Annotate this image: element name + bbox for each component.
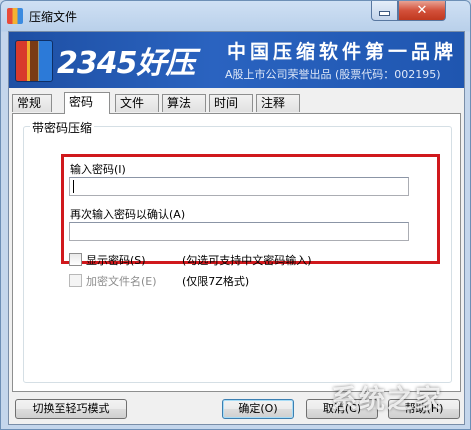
close-icon: ✕ xyxy=(416,3,428,18)
site-watermark: 系统之家 xyxy=(331,385,444,415)
encrypt-filenames-label: 加密文件名(E) xyxy=(86,275,157,288)
tab-comment[interactable]: 注释 xyxy=(256,94,300,112)
tab-strip: 常规 密码 文件 算法 时间 注释 xyxy=(12,92,462,114)
brand-banner: 2345好压 中国压缩软件第一品牌 A股上市公司荣誉出品 (股票代码：00219… xyxy=(9,32,464,88)
password-tab-panel: 带密码压缩 输入密码(I) 再次输入密码以确认(A) 显示密码(S) (勾选可支… xyxy=(12,113,461,392)
ok-button[interactable]: 确定(O) xyxy=(222,399,294,419)
show-password-label: 显示密码(S) xyxy=(86,254,146,267)
password-compress-group: 带密码压缩 输入密码(I) 再次输入密码以确认(A) 显示密码(S) (勾选可支… xyxy=(23,119,452,383)
switch-light-mode-button[interactable]: 切换至轻巧模式 xyxy=(15,399,127,419)
logo-belt xyxy=(30,41,38,81)
tab-files[interactable]: 文件 xyxy=(115,94,159,112)
archive-app-icon xyxy=(7,8,23,24)
encrypt-filenames-option: 加密文件名(E) (仅限7Z格式) xyxy=(69,274,449,288)
minimize-icon xyxy=(379,11,390,16)
window-title: 压缩文件 xyxy=(29,10,78,24)
tab-time[interactable]: 时间 xyxy=(209,94,253,112)
archive-logo-icon xyxy=(15,40,53,82)
encrypt-filenames-note: (仅限7Z格式) xyxy=(182,275,250,288)
brand-slogan: 中国压缩软件第一品牌 xyxy=(227,41,458,63)
show-password-checkbox[interactable] xyxy=(69,253,82,266)
show-password-option[interactable]: 显示密码(S) (勾选可支持中文密码输入) xyxy=(69,253,449,267)
highlight-frame xyxy=(61,154,440,264)
compress-dialog-window: 压缩文件 ✕ 2345好压 中国压缩软件第一品牌 A股上市公司荣誉出品 (股票代… xyxy=(0,0,471,430)
title-bar[interactable]: 压缩文件 ✕ xyxy=(1,1,470,31)
tab-password[interactable]: 密码 xyxy=(64,92,110,114)
close-button[interactable]: ✕ xyxy=(398,1,446,21)
encrypt-filenames-checkbox xyxy=(69,274,82,287)
show-password-note: (勾选可支持中文密码输入) xyxy=(182,254,312,267)
group-title: 带密码压缩 xyxy=(30,119,95,136)
tab-algorithm[interactable]: 算法 xyxy=(162,94,206,112)
tab-general[interactable]: 常规 xyxy=(12,94,52,112)
minimize-button[interactable] xyxy=(371,1,398,21)
dialog-client-area: 2345好压 中国压缩软件第一品牌 A股上市公司荣誉出品 (股票代码：00219… xyxy=(8,31,465,425)
brand-subline: A股上市公司荣誉出品 (股票代码：002195) xyxy=(225,68,441,81)
brand-name: 2345好压 xyxy=(57,46,195,81)
